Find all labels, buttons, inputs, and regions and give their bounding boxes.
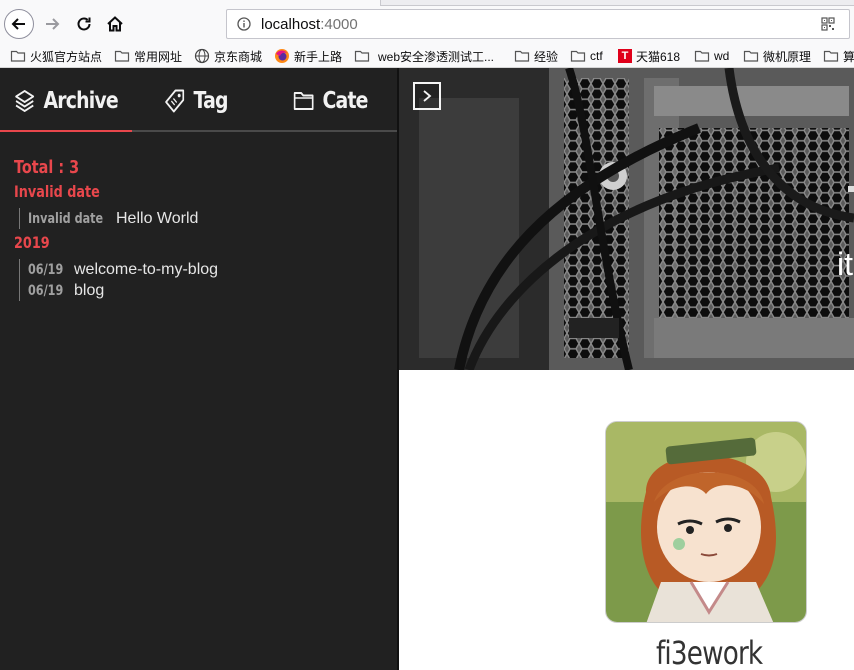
folder-icon xyxy=(10,50,26,62)
browser-toolbar: localhost:4000 xyxy=(0,0,854,44)
tab-archive[interactable]: Archive xyxy=(14,84,119,118)
layers-icon xyxy=(15,90,35,112)
reload-icon xyxy=(77,17,91,31)
folder-icon xyxy=(743,50,759,62)
hero-banner: it xyxy=(399,68,854,370)
bookmark-label: 经验 xyxy=(534,49,559,64)
tab-strip-edge xyxy=(380,0,854,6)
post-group: Invalid date Hello World xyxy=(19,208,218,229)
forward-button[interactable] xyxy=(38,10,66,38)
bookmark-item[interactable]: 经验 xyxy=(514,47,558,65)
bookmark-item[interactable]: T 天猫618 xyxy=(618,47,680,65)
arrow-right-icon xyxy=(46,18,60,30)
tab-cate[interactable]: Cate xyxy=(293,84,368,118)
tab-tag[interactable]: Tag xyxy=(164,84,229,118)
bookmark-label: 京东商城 xyxy=(214,49,263,64)
post-date: 06/19 xyxy=(28,282,64,299)
folder-icon xyxy=(114,50,130,62)
profile-section: fi3ework xyxy=(399,370,854,670)
bookmark-label: web安全渗透测试工... xyxy=(378,49,495,64)
folder-icon xyxy=(694,50,710,62)
tab-label: Tag xyxy=(193,88,229,114)
post-title-link[interactable]: blog xyxy=(74,282,104,300)
url-text[interactable]: localhost:4000 xyxy=(261,16,358,33)
bookmark-label: 算 xyxy=(843,49,854,64)
bookmark-item[interactable]: wd xyxy=(694,47,729,65)
bookmark-label: ctf xyxy=(590,49,603,63)
back-button[interactable] xyxy=(4,9,34,39)
server-rack-image xyxy=(399,68,854,370)
author-name: fi3ework xyxy=(656,634,763,670)
url-host: localhost xyxy=(261,16,321,33)
url-bar[interactable]: localhost:4000 xyxy=(226,9,850,39)
bookmark-item[interactable]: 京东商城 xyxy=(194,47,262,65)
archive-year: 2019 xyxy=(14,233,50,252)
active-tab-indicator xyxy=(0,130,132,132)
folder-icon xyxy=(570,50,586,62)
info-icon[interactable] xyxy=(237,17,251,31)
archive-post[interactable]: 06/19 blog xyxy=(28,280,218,301)
post-date: Invalid date xyxy=(28,210,104,227)
folder-icon xyxy=(514,50,530,62)
bookmark-item[interactable]: ctf xyxy=(570,47,603,65)
bookmark-label: 常用网址 xyxy=(134,49,183,64)
post-date: 06/19 xyxy=(28,261,64,278)
archive-total: Total : 3 xyxy=(14,157,80,178)
bookmark-item[interactable]: 新手上路 xyxy=(274,47,342,65)
bookmark-item[interactable]: 算 xyxy=(823,47,854,65)
anime-avatar-image xyxy=(606,422,806,622)
post-group: 06/19 welcome-to-my-blog 06/19 blog xyxy=(19,259,218,301)
bookmark-item[interactable]: 火狐官方站点 xyxy=(10,47,102,65)
arrow-left-icon xyxy=(11,18,25,30)
post-title-link[interactable]: welcome-to-my-blog xyxy=(74,261,218,279)
archive-post[interactable]: Invalid date Hello World xyxy=(28,208,218,229)
home-icon xyxy=(107,16,123,32)
sidebar: Archive Tag Cate Total : 3 Invalid date … xyxy=(0,68,397,670)
bookmark-label: 火狐官方站点 xyxy=(30,49,103,64)
reload-button[interactable] xyxy=(70,10,98,38)
tab-label: Cate xyxy=(322,88,369,114)
bookmark-item[interactable]: 常用网址 xyxy=(114,47,182,65)
author-avatar xyxy=(605,421,807,623)
url-port: :4000 xyxy=(320,16,358,33)
folder-icon xyxy=(823,50,839,62)
post-title-link[interactable]: Hello World xyxy=(116,210,198,228)
archive-year: Invalid date xyxy=(14,182,100,201)
tmall-icon: T xyxy=(618,49,632,63)
sidebar-toggle-button[interactable] xyxy=(413,82,441,110)
bookmark-label: wd xyxy=(714,49,730,63)
bookmark-item[interactable]: 微机原理 xyxy=(743,47,811,65)
chevron-right-icon xyxy=(423,90,432,102)
tab-label: Archive xyxy=(43,88,119,114)
archive-list: Total : 3 Invalid date Invalid date Hell… xyxy=(14,154,218,303)
globe-icon xyxy=(194,48,210,64)
bookmark-label: 新手上路 xyxy=(294,49,343,64)
hero-marker xyxy=(848,186,854,192)
sidebar-tabs: Archive Tag Cate xyxy=(0,68,397,132)
bookmark-item[interactable]: web安全渗透测试工... xyxy=(354,47,494,65)
folder-icon xyxy=(293,92,314,110)
bookmark-label: 微机原理 xyxy=(763,49,812,64)
firefox-icon xyxy=(275,49,289,63)
hero-title: it xyxy=(837,246,853,282)
home-button[interactable] xyxy=(101,10,129,38)
archive-post[interactable]: 06/19 welcome-to-my-blog xyxy=(28,259,218,280)
bookmark-label: 天猫618 xyxy=(636,49,681,64)
qr-code-icon[interactable] xyxy=(821,17,835,31)
bookmarks-bar: 火狐官方站点 常用网址 京东商城 新手上路 web安全渗透测试工... 经验 c… xyxy=(0,44,854,68)
folder-icon xyxy=(354,50,370,62)
tag-icon xyxy=(165,89,185,113)
